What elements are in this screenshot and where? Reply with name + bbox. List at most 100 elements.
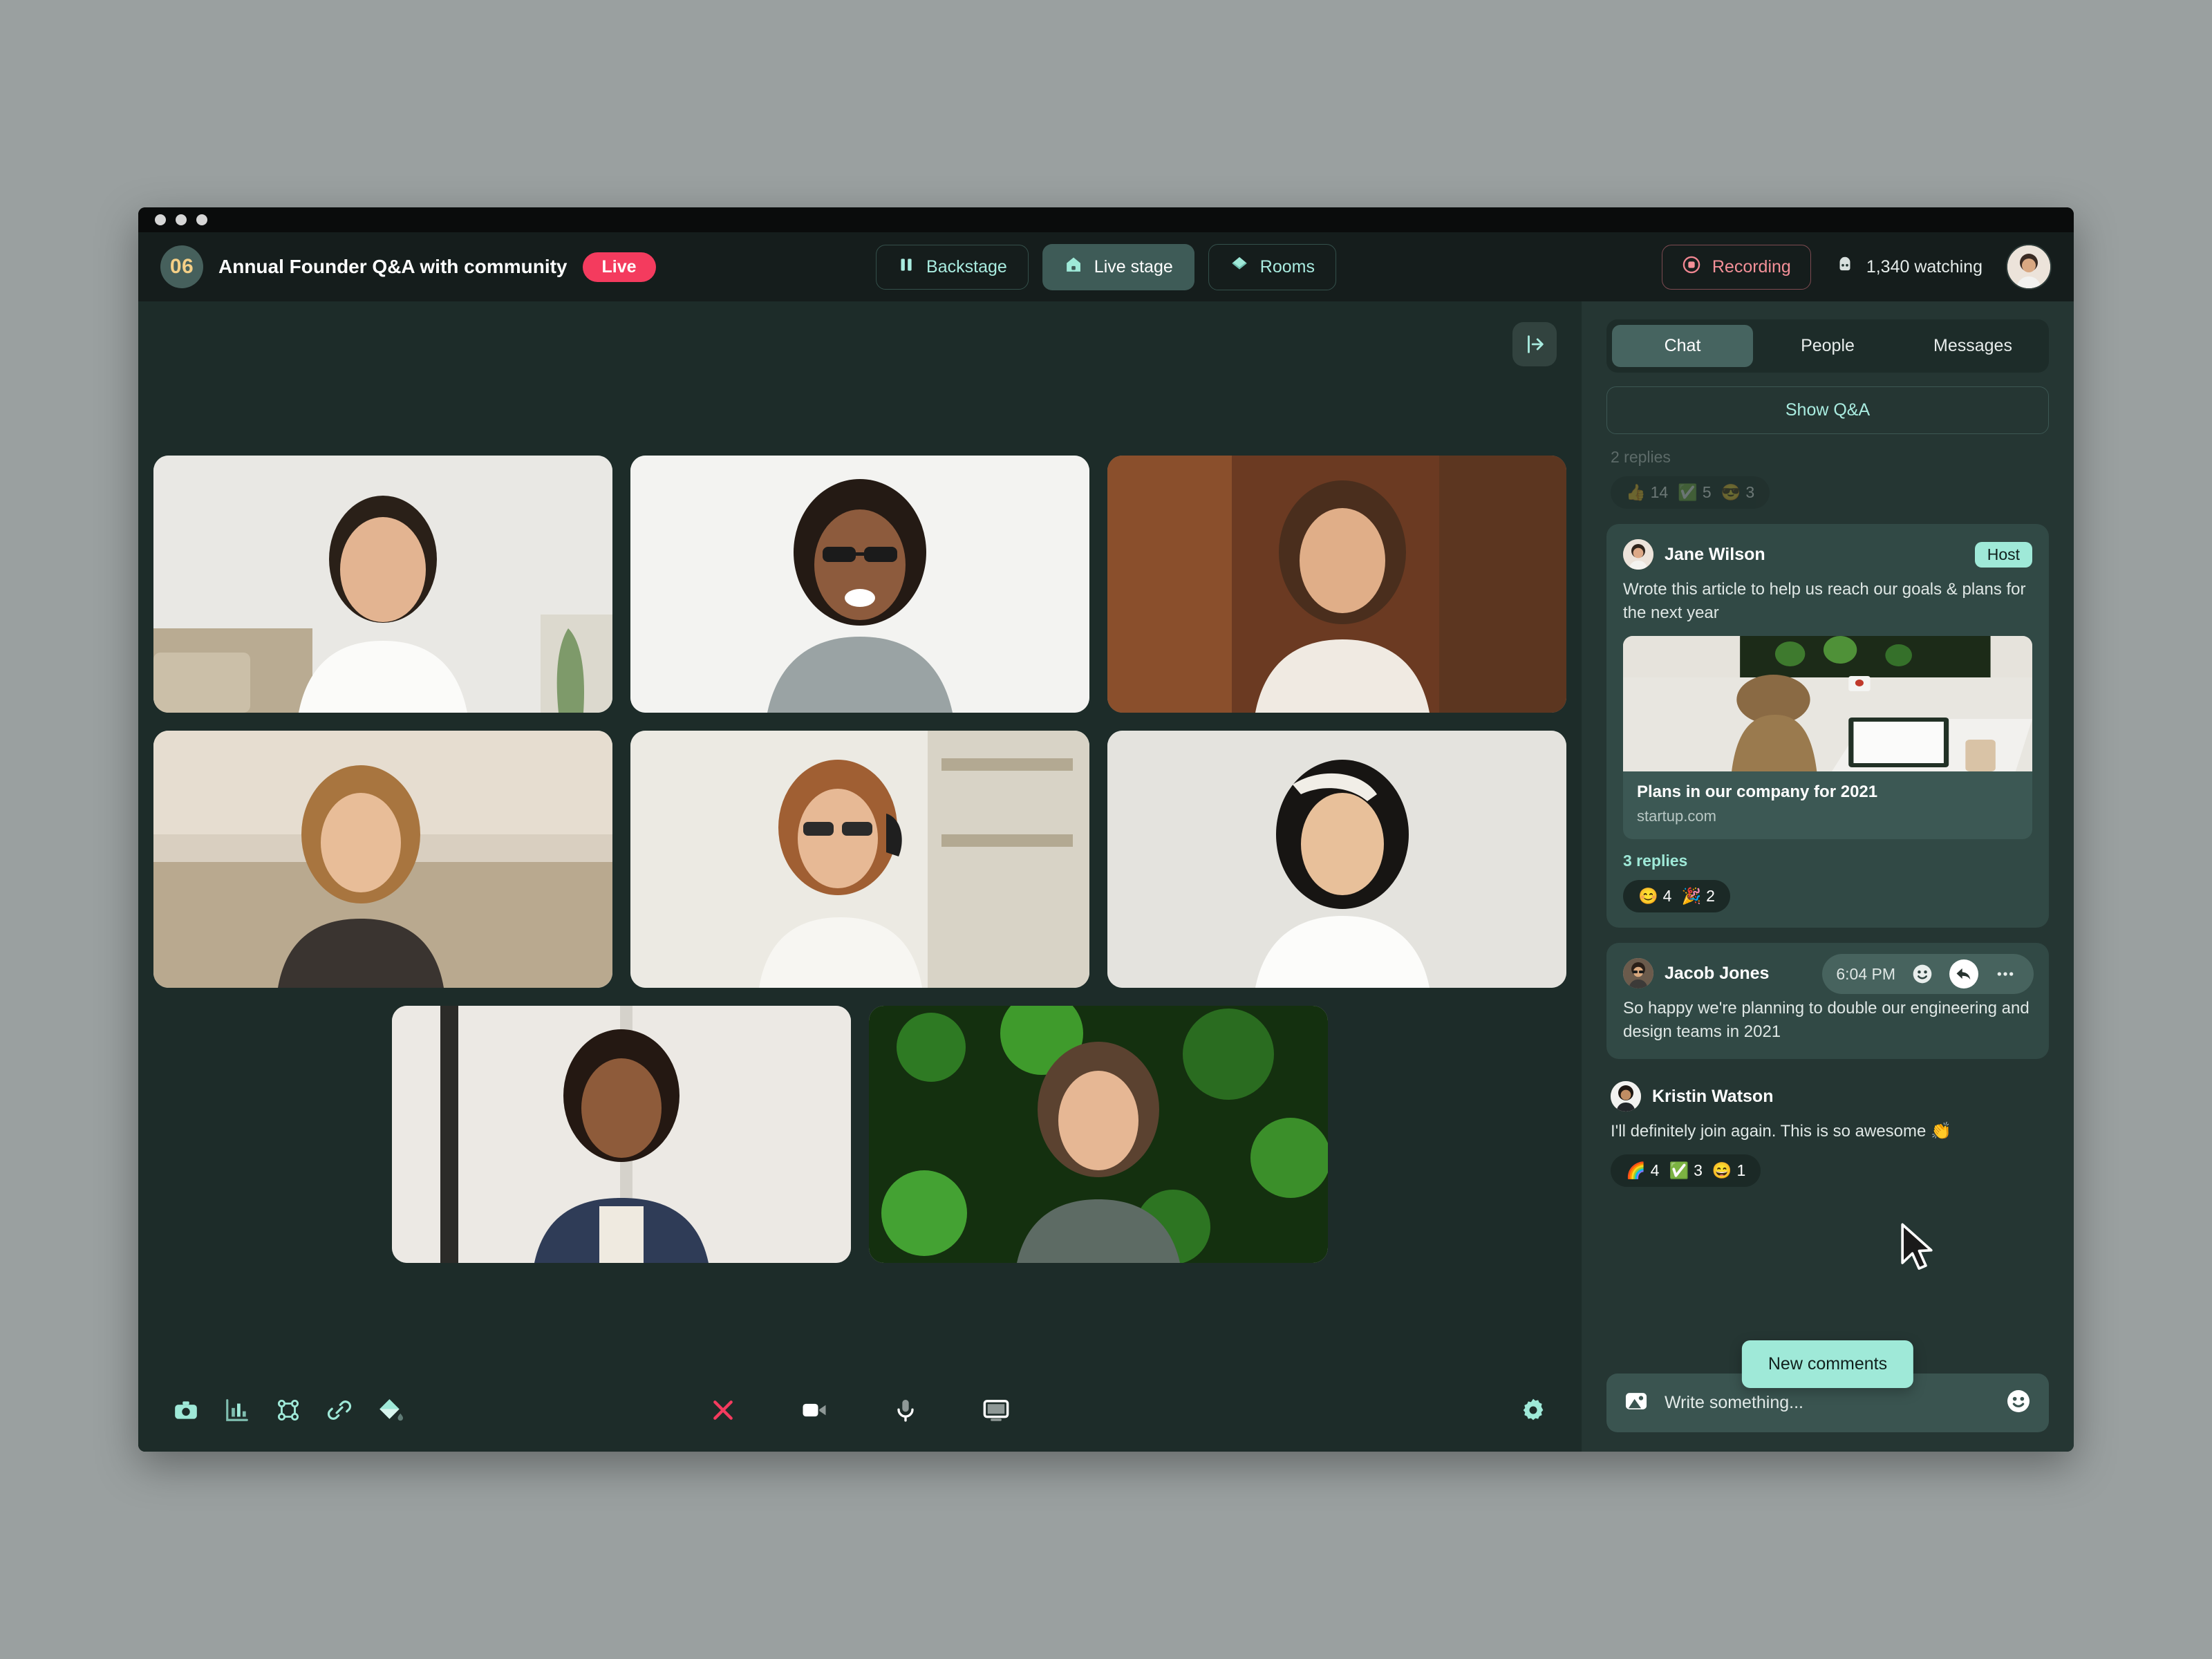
call-controls bbox=[709, 1395, 1011, 1425]
stage-control-bar bbox=[138, 1369, 1582, 1452]
chat-message-partial: 2 replies 👍 14 ✅ 5 😎 3 bbox=[1606, 448, 2049, 509]
viewer-count-label: 1,340 watching bbox=[1866, 256, 1983, 276]
avatar[interactable] bbox=[1611, 1081, 1641, 1112]
reply-count[interactable]: 2 replies bbox=[1611, 448, 2049, 467]
participant-tile-1[interactable] bbox=[153, 456, 612, 713]
reaction-count: 5 bbox=[1702, 483, 1712, 501]
leave-call-icon[interactable] bbox=[709, 1396, 737, 1424]
window-minimize-dot[interactable] bbox=[176, 214, 187, 225]
recording-label: Recording bbox=[1712, 256, 1791, 276]
avatar[interactable] bbox=[2006, 244, 2052, 290]
microphone-icon[interactable] bbox=[892, 1396, 919, 1424]
check-icon: ✅ bbox=[1678, 483, 1698, 501]
chat-input-placeholder[interactable]: Write something... bbox=[1665, 1393, 1989, 1413]
reaction-count: 3 bbox=[1745, 483, 1755, 501]
reaction-item[interactable]: 😎 3 bbox=[1721, 483, 1754, 502]
reaction-item[interactable]: 😊 4 bbox=[1638, 887, 1671, 906]
reaction-item[interactable]: 🌈 4 bbox=[1626, 1161, 1659, 1180]
color-fill-icon[interactable] bbox=[377, 1397, 404, 1423]
avatar[interactable] bbox=[1623, 958, 1653, 989]
reaction-item[interactable]: 👍 14 bbox=[1626, 483, 1668, 502]
chat-message-jane-wilson[interactable]: Jane Wilson Host Wrote this article to h… bbox=[1606, 524, 2049, 928]
reaction-item[interactable]: 😄 1 bbox=[1712, 1161, 1745, 1180]
message-header: Jane Wilson Host bbox=[1623, 539, 2032, 570]
pause-icon bbox=[897, 256, 915, 279]
tab-people[interactable]: People bbox=[1757, 325, 1898, 367]
message-text: I'll definitely join again. This is so a… bbox=[1611, 1122, 1951, 1141]
tab-chat[interactable]: Chat bbox=[1612, 325, 1753, 367]
qr-grid-icon[interactable] bbox=[275, 1397, 301, 1423]
thumbsup-icon: 👍 bbox=[1626, 483, 1646, 501]
message-author: Kristin Watson bbox=[1652, 1086, 1774, 1106]
link-preview-card[interactable]: Plans in our company for 2021 startup.co… bbox=[1623, 636, 2032, 840]
nav-live-stage-button[interactable]: Live stage bbox=[1042, 243, 1194, 290]
reaction-item[interactable]: ✅ 5 bbox=[1678, 483, 1711, 502]
app-header: 06 Annual Founder Q&A with community Liv… bbox=[138, 232, 2074, 301]
header-left-group: 06 Annual Founder Q&A with community Liv… bbox=[160, 245, 656, 288]
grin-icon: 😄 bbox=[1712, 1161, 1732, 1180]
participant-tile-7[interactable] bbox=[392, 1006, 851, 1263]
diamond-layers-icon bbox=[1230, 255, 1249, 279]
app-body: Chat People Messages Show Q&A 2 replies … bbox=[138, 301, 2074, 1452]
emoji-icon[interactable] bbox=[1908, 959, 1937, 988]
participant-tile-3[interactable] bbox=[1107, 456, 1566, 713]
smiley-icon[interactable] bbox=[2005, 1387, 2032, 1418]
message-timestamp: 6:04 PM bbox=[1836, 964, 1895, 983]
check-icon: ✅ bbox=[1669, 1161, 1689, 1180]
participant-tile-6[interactable] bbox=[1107, 731, 1566, 988]
reaction-item[interactable]: 🎉 2 bbox=[1681, 887, 1714, 906]
tab-messages[interactable]: Messages bbox=[1902, 325, 2043, 367]
reply-icon[interactable] bbox=[1949, 959, 1978, 989]
screen-share-icon[interactable] bbox=[982, 1396, 1011, 1425]
viewers-mask-icon bbox=[1835, 254, 1855, 280]
message-hover-toolbar: 6:04 PM bbox=[1822, 954, 2034, 995]
link-preview-image bbox=[1623, 636, 2032, 772]
nav-backstage-button[interactable]: Backstage bbox=[876, 244, 1029, 290]
participant-row-2 bbox=[153, 731, 1566, 988]
participant-grid bbox=[138, 301, 1582, 1369]
reaction-bar[interactable]: 🌈 4 ✅ 3 😄 1 bbox=[1611, 1154, 1761, 1188]
message-text: So happy we're planning to double our en… bbox=[1623, 999, 2030, 1042]
video-camera-icon[interactable] bbox=[799, 1395, 830, 1425]
stage-settings bbox=[1519, 1396, 1547, 1424]
reaction-count: 3 bbox=[1694, 1161, 1703, 1180]
reaction-item[interactable]: ✅ 3 bbox=[1669, 1161, 1702, 1180]
reaction-bar[interactable]: 👍 14 ✅ 5 😎 3 bbox=[1611, 476, 1770, 509]
camera-icon[interactable] bbox=[173, 1397, 199, 1423]
message-author: Jacob Jones bbox=[1665, 963, 1770, 983]
window-close-dot[interactable] bbox=[155, 214, 166, 225]
participant-tile-4[interactable] bbox=[153, 731, 612, 988]
reaction-bar[interactable]: 😊 4 🎉 2 bbox=[1623, 880, 1730, 913]
gear-icon[interactable] bbox=[1519, 1396, 1547, 1424]
reaction-count: 4 bbox=[1650, 1161, 1660, 1180]
chat-message-jacob-jones[interactable]: Jacob Jones 6:04 PM So happy we're plann… bbox=[1606, 943, 2049, 1060]
stage-nav: Backstage Live stage Rooms bbox=[876, 243, 1336, 290]
reaction-count: 14 bbox=[1650, 483, 1669, 501]
reaction-count: 4 bbox=[1662, 887, 1672, 906]
panel-collapse-right-icon[interactable] bbox=[1512, 322, 1557, 366]
nav-rooms-label: Rooms bbox=[1259, 256, 1315, 276]
show-qa-button[interactable]: Show Q&A bbox=[1606, 386, 2049, 434]
participant-tile-8[interactable] bbox=[869, 1006, 1328, 1263]
recording-status-button[interactable]: Recording bbox=[1661, 244, 1811, 290]
poll-chart-icon[interactable] bbox=[224, 1397, 250, 1423]
nav-rooms-button[interactable]: Rooms bbox=[1208, 243, 1336, 290]
new-comments-button[interactable]: New comments bbox=[1741, 1340, 1914, 1388]
live-status-badge: Live bbox=[582, 252, 656, 282]
stage-tools bbox=[173, 1397, 404, 1423]
avatar[interactable] bbox=[1623, 539, 1653, 570]
reply-count[interactable]: 3 replies bbox=[1623, 852, 2032, 870]
participant-tile-5[interactable] bbox=[630, 731, 1089, 988]
nav-live-stage-label: Live stage bbox=[1094, 256, 1173, 276]
chat-message-kristin-watson[interactable]: Kristin Watson I'll definitely join agai… bbox=[1606, 1074, 2049, 1194]
message-author: Jane Wilson bbox=[1665, 544, 1765, 564]
viewer-count: 1,340 watching bbox=[1835, 254, 1983, 280]
app-window: 06 Annual Founder Q&A with community Liv… bbox=[138, 207, 2074, 1452]
link-icon[interactable] bbox=[326, 1397, 353, 1423]
more-options-icon[interactable] bbox=[1991, 959, 2020, 988]
party-popper-icon: 🎉 bbox=[1681, 887, 1702, 906]
image-icon[interactable] bbox=[1623, 1388, 1649, 1418]
participant-tile-2[interactable] bbox=[630, 456, 1089, 713]
window-maximize-dot[interactable] bbox=[196, 214, 207, 225]
nav-backstage-label: Backstage bbox=[926, 256, 1007, 276]
